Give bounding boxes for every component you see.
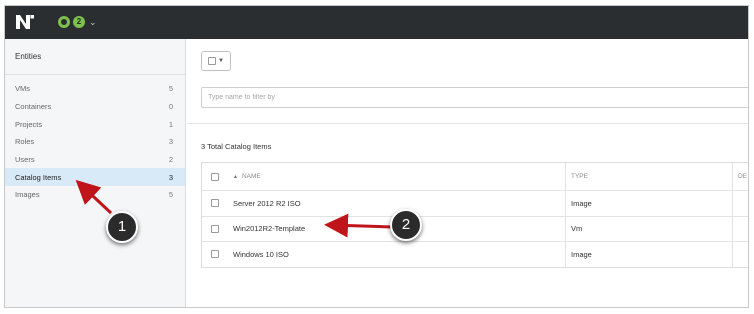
sidebar-item-count: 1 [168, 119, 173, 129]
table-row[interactable]: Win2012R2-Template Vm [202, 215, 748, 241]
row-name[interactable]: Server 2012 R2 ISO [233, 199, 301, 208]
catalog-items-table: ▲ NAME TYPE DE Server 2012 R2 ISO Image … [201, 162, 748, 268]
entities-sidebar: Entities VMs 5 Containers 0 Projects 1 R… [5, 39, 186, 307]
total-count-label: 3 Total Catalog Items [201, 142, 272, 151]
filter-input[interactable] [201, 87, 748, 108]
sidebar-item-catalog-items[interactable]: Catalog Items 3 [5, 168, 185, 187]
select-all-checkbox[interactable] [211, 172, 219, 181]
sidebar-item-images[interactable]: Images 5 [5, 186, 185, 204]
app-window: 2 ⌄ Entities VMs 5 Containers 0 Projects… [4, 5, 749, 308]
top-bar: 2 ⌄ [5, 6, 748, 39]
alert-count-badge: 2 [73, 16, 85, 28]
annotation-callout-1: 1 [106, 211, 138, 243]
sidebar-item-count: 0 [168, 102, 173, 112]
column-header-description[interactable]: DE [733, 163, 748, 190]
column-header-label: DE [738, 173, 748, 180]
sidebar-item-users[interactable]: Users 2 [5, 151, 185, 169]
sidebar-item-roles[interactable]: Roles 3 [5, 133, 185, 151]
row-name[interactable]: Win2012R2-Template [233, 224, 305, 233]
column-header-label: TYPE [571, 173, 588, 180]
sidebar-heading: Entities [15, 52, 42, 61]
table-header-row: ▲ NAME TYPE DE [202, 163, 748, 190]
row-type: Vm [571, 224, 583, 234]
row-checkbox[interactable] [211, 250, 219, 259]
sort-ascending-icon: ▲ [233, 173, 238, 180]
sidebar-item-count: 3 [168, 137, 173, 147]
health-status-menu[interactable]: 2 ⌄ [58, 14, 97, 30]
column-header-name[interactable]: ▲ NAME [228, 163, 566, 190]
row-checkbox[interactable] [211, 224, 219, 233]
sidebar-item-label: Catalog Items [15, 172, 62, 182]
nutanix-logo-icon[interactable] [15, 14, 35, 30]
column-header-type[interactable]: TYPE [566, 163, 733, 190]
sidebar-item-vms[interactable]: VMs 5 [5, 80, 185, 98]
row-type: Image [571, 198, 592, 208]
sidebar-item-count: 2 [168, 155, 173, 165]
sidebar-item-containers[interactable]: Containers 0 [5, 98, 185, 116]
sidebar-divider [5, 74, 185, 75]
checkbox-icon [208, 57, 217, 65]
bulk-select-dropdown[interactable]: ▼ [201, 51, 231, 71]
column-header-label: NAME [241, 173, 261, 180]
sidebar-list: VMs 5 Containers 0 Projects 1 Roles 3 Us… [5, 80, 185, 204]
table-row[interactable]: Windows 10 ISO Image [202, 241, 748, 267]
chevron-down-icon: ⌄ [89, 17, 97, 27]
sidebar-item-label: Images [15, 190, 40, 200]
row-type: Image [571, 249, 592, 259]
sidebar-item-label: Roles [15, 137, 35, 147]
main-panel: ▼ 3 Total Catalog Items ▲ NAME TYPE DE [187, 39, 748, 307]
chevron-down-icon: ▼ [218, 58, 224, 64]
row-name[interactable]: Windows 10 ISO [233, 250, 289, 259]
sidebar-item-label: VMs [15, 84, 30, 94]
table-row[interactable]: Server 2012 R2 ISO Image [202, 190, 748, 216]
health-ring-icon [58, 16, 70, 28]
sidebar-item-label: Containers [15, 102, 52, 112]
main-divider [187, 123, 748, 124]
row-checkbox[interactable] [211, 199, 219, 208]
sidebar-item-label: Users [15, 155, 35, 165]
sidebar-item-label: Projects [15, 119, 43, 129]
sidebar-item-projects[interactable]: Projects 1 [5, 115, 185, 133]
sidebar-item-count: 5 [168, 84, 173, 94]
sidebar-item-count: 5 [168, 190, 173, 200]
annotation-callout-2: 2 [390, 209, 422, 241]
sidebar-item-count: 3 [168, 172, 173, 182]
